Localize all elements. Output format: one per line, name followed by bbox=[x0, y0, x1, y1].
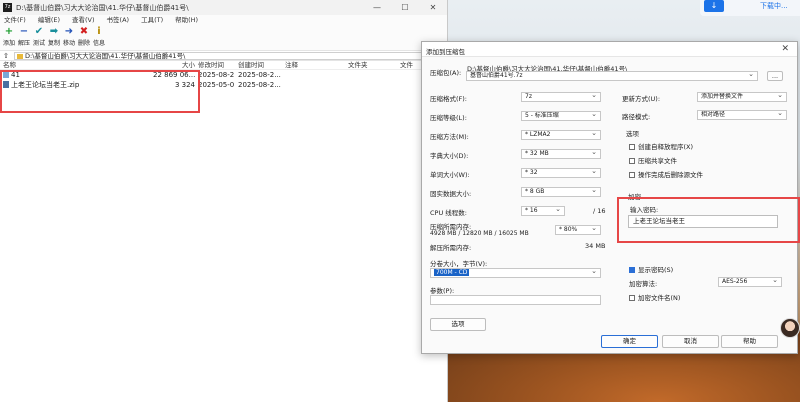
menu-bookmarks[interactable]: 书签(A) bbox=[107, 15, 130, 26]
download-notification[interactable]: ↓ 下载中... bbox=[700, 0, 800, 16]
archive-name-combo[interactable]: 基督山伯爵41号.7z bbox=[466, 71, 758, 81]
add-button[interactable]: + 添加 bbox=[2, 26, 16, 50]
encrypt-names-checkbox[interactable]: 加密文件名(N) bbox=[629, 292, 680, 302]
menu-help[interactable]: 帮助(H) bbox=[175, 15, 198, 26]
dialog-close-icon[interactable]: ✕ bbox=[781, 44, 789, 54]
download-icon[interactable]: ↓ bbox=[704, 0, 724, 12]
dialog-title-bar: 添加到压缩包 ✕ bbox=[422, 42, 797, 57]
sfx-checkbox[interactable]: 创建自释放程序(X) bbox=[629, 141, 693, 151]
dict-select[interactable]: * 32 MB bbox=[521, 149, 601, 159]
col-comment[interactable]: 注释 bbox=[282, 61, 345, 69]
cancel-button[interactable]: 取消 bbox=[662, 335, 719, 348]
copy-icon: ➡ bbox=[49, 26, 59, 37]
cpu-label: CPU 线程数: bbox=[430, 209, 467, 217]
format-select[interactable]: 7z bbox=[521, 92, 601, 102]
split-label: 分卷大小，字节(V): bbox=[430, 260, 488, 268]
test-icon: ✔ bbox=[34, 26, 44, 37]
mem-pct-select[interactable]: * 80% bbox=[555, 225, 601, 235]
assistant-avatar-icon[interactable] bbox=[780, 318, 800, 338]
window-title: D:\基督山伯爵\习大大论治国\41.华仔\基督山伯爵41号\ bbox=[16, 4, 189, 12]
method-select[interactable]: * LZMA2 bbox=[521, 130, 601, 140]
level-select[interactable]: 5 - 标准压缩 bbox=[521, 111, 601, 121]
menu-edit[interactable]: 编辑(E) bbox=[38, 15, 60, 26]
copy-button[interactable]: ➡ 复制 bbox=[47, 26, 61, 50]
update-select[interactable]: 添加并替换文件 bbox=[697, 92, 787, 102]
delete-after-checkbox[interactable]: 操作完成后删除源文件 bbox=[629, 169, 703, 179]
minimize-icon[interactable]: — bbox=[363, 0, 391, 15]
7zip-file-manager: 7z D:\基督山伯爵\习大大论治国\41.华仔\基督山伯爵41号\ — ☐ ✕… bbox=[0, 0, 448, 402]
encryption-method-label: 加密算法: bbox=[629, 280, 658, 288]
help-button[interactable]: 帮助 bbox=[721, 335, 778, 348]
column-headers: 名称 大小 修改时间 创建时间 注释 文件夹 文件 bbox=[0, 61, 447, 70]
menu-bar: 文件(F) 编辑(E) 查看(V) 书签(A) 工具(T) 帮助(H) bbox=[0, 15, 447, 26]
split-combo[interactable]: 700M - CD bbox=[430, 268, 601, 278]
move-button[interactable]: ➜ 移动 bbox=[62, 26, 76, 50]
col-size[interactable]: 大小 bbox=[150, 61, 195, 69]
folder-up-icon[interactable]: ⇧ bbox=[3, 52, 9, 60]
options-button[interactable]: 选项 bbox=[430, 318, 486, 331]
menu-tools[interactable]: 工具(T) bbox=[141, 15, 163, 26]
col-name[interactable]: 名称 bbox=[0, 61, 150, 69]
method-label: 压缩方法(M): bbox=[430, 133, 469, 141]
move-icon: ➜ bbox=[64, 26, 74, 37]
level-label: 压缩等级(L): bbox=[430, 114, 467, 122]
maximize-icon[interactable]: ☐ bbox=[391, 0, 419, 15]
dialog-title: 添加到压缩包 bbox=[426, 48, 465, 56]
cpu-select[interactable]: * 16 bbox=[521, 206, 565, 216]
info-icon: i bbox=[97, 26, 101, 37]
menu-view[interactable]: 查看(V) bbox=[72, 15, 95, 26]
cpu-total: / 16 bbox=[593, 207, 606, 215]
mem-decomp-label: 解压所需内存: bbox=[430, 244, 472, 252]
menu-file[interactable]: 文件(F) bbox=[4, 15, 26, 26]
title-bar: 7z D:\基督山伯爵\习大大论治国\41.华仔\基督山伯爵41号\ — ☐ ✕ bbox=[0, 0, 447, 15]
toolbar: + 添加 − 解压 ✔ 测试 ➡ 复制 ➜ 移动 ✖ 删除 i 信息 bbox=[0, 26, 447, 50]
password-label: 输入密码: bbox=[630, 206, 659, 214]
delete-icon: ✖ bbox=[79, 26, 89, 37]
download-label: 下载中... bbox=[760, 2, 788, 10]
col-folders[interactable]: 文件夹 bbox=[345, 61, 397, 69]
close-icon[interactable]: ✕ bbox=[419, 0, 447, 15]
params-input[interactable] bbox=[430, 295, 601, 305]
extract-button[interactable]: − 解压 bbox=[17, 26, 31, 50]
solid-label: 固实数据大小: bbox=[430, 190, 472, 198]
format-label: 压缩格式(F): bbox=[430, 95, 468, 103]
delete-button[interactable]: ✖ 删除 bbox=[77, 26, 91, 50]
solid-select[interactable]: * 8 GB bbox=[521, 187, 601, 197]
path-mode-select[interactable]: 相对路径 bbox=[697, 110, 787, 120]
path-mode-label: 路径模式: bbox=[622, 113, 651, 121]
mem-comp-detail: 4928 MB / 12820 MB / 16025 MB bbox=[430, 230, 529, 237]
col-created[interactable]: 创建时间 bbox=[235, 61, 282, 69]
mem-decomp-value: 34 MB bbox=[585, 242, 606, 250]
shared-checkbox[interactable]: 压缩共享文件 bbox=[629, 155, 677, 165]
col-modified[interactable]: 修改时间 bbox=[195, 61, 235, 69]
add-icon: + bbox=[4, 26, 14, 37]
dict-label: 字典大小(D): bbox=[430, 152, 469, 160]
params-label: 参数(P): bbox=[430, 287, 455, 295]
test-button[interactable]: ✔ 测试 bbox=[32, 26, 46, 50]
show-password-checkbox[interactable]: 显示密码(S) bbox=[629, 264, 673, 274]
word-label: 单词大小(W): bbox=[430, 171, 470, 179]
password-input[interactable]: 上老王论坛当老王 bbox=[628, 215, 778, 228]
address-input[interactable]: D:\基督山伯爵\习大大论治国\41.华仔\基督山伯爵41号\ bbox=[14, 52, 444, 60]
archive-label: 压缩包(A): bbox=[430, 69, 462, 77]
options-group-title: 选项 bbox=[626, 130, 639, 138]
extract-icon: − bbox=[19, 26, 29, 37]
encryption-method-select[interactable]: AES-256 bbox=[718, 277, 782, 287]
update-label: 更新方式(U): bbox=[622, 95, 661, 103]
highlight-box-files bbox=[0, 70, 200, 113]
address-bar: ⇧ D:\基督山伯爵\习大大论治国\41.华仔\基督山伯爵41号\ bbox=[0, 50, 447, 61]
word-select[interactable]: * 32 bbox=[521, 168, 601, 178]
info-button[interactable]: i 信息 bbox=[92, 26, 106, 50]
7zip-app-icon: 7z bbox=[3, 3, 12, 12]
ok-button[interactable]: 确定 bbox=[601, 335, 658, 348]
browse-button[interactable]: ... bbox=[767, 71, 783, 81]
